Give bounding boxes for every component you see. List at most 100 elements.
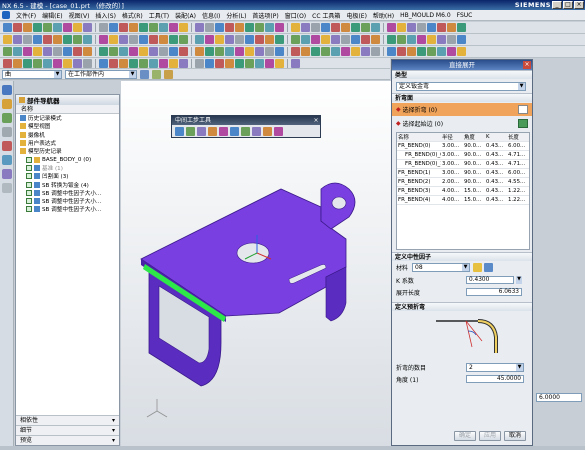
toolbar-tool-icon[interactable] xyxy=(73,23,82,32)
toolbar-tool-icon[interactable] xyxy=(397,23,406,32)
toolbar-tool-icon[interactable] xyxy=(311,47,320,56)
toolbar-tool-icon[interactable] xyxy=(387,35,396,44)
col-name[interactable]: 名称 xyxy=(397,133,441,141)
toolbar-tool-icon[interactable] xyxy=(63,35,72,44)
select-start-edge-row[interactable]: ◆ 选择起始边 (0) xyxy=(392,117,532,130)
toolbar-tool-icon[interactable] xyxy=(99,23,108,32)
dependencies-panel[interactable]: 相依性 ▾ xyxy=(16,415,119,425)
toolbar-tool-icon[interactable] xyxy=(225,58,234,68)
visibility-checkbox[interactable] xyxy=(26,206,32,213)
toolbar-tool-icon[interactable] xyxy=(13,47,22,56)
toolbar-tool-icon[interactable] xyxy=(321,35,330,44)
visibility-checkbox[interactable] xyxy=(26,173,32,180)
toolbar-tool-icon[interactable] xyxy=(33,35,42,44)
toolbar-tool-icon[interactable] xyxy=(169,35,178,44)
tree-node[interactable]: SB 调整中性因子大小... xyxy=(16,197,119,205)
toolbar-tool-icon[interactable] xyxy=(83,23,92,32)
dialog-title-bar[interactable]: 直接展开 × xyxy=(392,60,532,70)
ok-button[interactable]: 确定 xyxy=(454,431,476,441)
toolbar-tool-icon[interactable] xyxy=(169,47,178,56)
bend-table-row[interactable]: FR_BEND(0)_0 3.00... 90.0... 0.43... 4.71... xyxy=(397,151,529,160)
toolbar-tool-icon[interactable] xyxy=(301,47,310,56)
toolbar-tool-icon[interactable] xyxy=(437,23,446,32)
toolbar-tool-icon[interactable] xyxy=(73,47,82,56)
edge-select-icon[interactable] xyxy=(518,119,528,128)
reuse-library-icon[interactable] xyxy=(2,127,12,137)
toolbar-tool-icon[interactable] xyxy=(23,47,32,56)
toolbar-tool-icon[interactable] xyxy=(109,58,118,68)
type-dropdown[interactable]: 定义钣金弯 ▼ xyxy=(396,81,526,91)
toolbar-tool-icon[interactable] xyxy=(159,23,168,32)
toolbar-tool-icon[interactable] xyxy=(33,58,42,68)
navigator-column-header[interactable]: 名称 xyxy=(16,105,119,114)
menu-window[interactable]: 窗口(O) xyxy=(285,11,306,20)
toolbar-tool-icon[interactable] xyxy=(225,35,234,44)
toolbar-tool-icon[interactable] xyxy=(291,58,300,68)
col-length[interactable]: 长度 xyxy=(507,133,529,141)
toolbar-tool-icon[interactable] xyxy=(371,23,380,32)
intermediate-step-tool-icon[interactable] xyxy=(263,127,272,136)
toolbar-tool-icon[interactable] xyxy=(159,47,168,56)
toolbar-tool-icon[interactable] xyxy=(437,47,446,56)
intermediate-step-tool-icon[interactable] xyxy=(241,127,250,136)
toolbar-tool-icon[interactable] xyxy=(43,23,52,32)
toolbar-tool-icon[interactable] xyxy=(255,23,264,32)
material-library-icon[interactable] xyxy=(484,263,493,272)
toolbar-tool-icon[interactable] xyxy=(351,47,360,56)
type-filter-dropdown[interactable]: 曲 ▼ xyxy=(2,69,62,79)
toolbar-tool-icon[interactable] xyxy=(291,35,300,44)
tree-node[interactable]: 模型视图 xyxy=(16,122,119,130)
toolbar-tool-icon[interactable] xyxy=(119,47,128,56)
toolbar-tool-icon[interactable] xyxy=(195,23,204,32)
bend-select-icon[interactable] xyxy=(518,105,528,114)
toolbar-tool-icon[interactable] xyxy=(447,35,456,44)
menu-insert[interactable]: 插入(S) xyxy=(95,11,116,20)
minimize-button[interactable]: _ xyxy=(552,1,562,9)
select-bend-row[interactable]: ◆ 选择折弯 (0) xyxy=(392,103,532,116)
toolbar-tool-icon[interactable] xyxy=(457,47,466,56)
toolbar-tool-icon[interactable] xyxy=(341,35,350,44)
toolbar-tool-icon[interactable] xyxy=(53,23,62,32)
menu-assembly[interactable]: 装配(A) xyxy=(175,11,196,20)
constraint-navigator-icon[interactable] xyxy=(2,113,12,123)
toolbar-tool-icon[interactable] xyxy=(83,58,92,68)
cancel-button[interactable]: 取消 xyxy=(504,431,526,441)
toolbar-tool-icon[interactable] xyxy=(63,23,72,32)
toolbar-tool-icon[interactable] xyxy=(245,47,254,56)
toolbar-tool-icon[interactable] xyxy=(23,23,32,32)
toolbar-tool-icon[interactable] xyxy=(275,23,284,32)
toolbar-tool-icon[interactable] xyxy=(129,47,138,56)
toolbar-tool-icon[interactable] xyxy=(99,47,108,56)
tree-node[interactable]: SB 转换为钣金 (4) xyxy=(16,180,119,189)
toolbar-tool-icon[interactable] xyxy=(225,47,234,56)
toolbar-tool-icon[interactable] xyxy=(73,35,82,44)
toolbar-tool-icon[interactable] xyxy=(43,35,52,44)
intermediate-step-tool-icon[interactable] xyxy=(252,127,261,136)
close-icon[interactable]: × xyxy=(523,61,531,69)
toolbar-tool-icon[interactable] xyxy=(99,35,108,44)
toolbar-tool-icon[interactable] xyxy=(205,35,214,44)
preset-bend-section-header[interactable]: 定义预折弯 xyxy=(392,302,532,311)
toolbar-tool-icon[interactable] xyxy=(139,47,148,56)
toolbar-tool-icon[interactable] xyxy=(457,23,466,32)
toolbar-tool-icon[interactable] xyxy=(119,58,128,68)
toolbar-tool-icon[interactable] xyxy=(407,47,416,56)
material-dropdown[interactable]: 08 ▼ xyxy=(412,263,470,272)
toolbar-tool-icon[interactable] xyxy=(33,47,42,56)
toolbar-tool-icon[interactable] xyxy=(53,35,62,44)
toolbar-tool-icon[interactable] xyxy=(3,23,12,32)
unfold-length-field[interactable]: 6.0633 xyxy=(466,288,522,296)
toolbar-tool-icon[interactable] xyxy=(341,23,350,32)
toolbar-tool-icon[interactable] xyxy=(447,47,456,56)
toolbar-tool-icon[interactable] xyxy=(447,23,456,32)
bend-table-row[interactable]: FR_BEND(1) 3.00... 90.0... 0.43... 6.00... xyxy=(397,169,529,178)
toolbar-tool-icon[interactable] xyxy=(427,47,436,56)
menu-help[interactable]: 帮助(H) xyxy=(373,11,394,20)
toolbar-tool-icon[interactable] xyxy=(321,23,330,32)
toolbar-tool-icon[interactable] xyxy=(3,35,12,44)
toolbar-tool-icon[interactable] xyxy=(149,47,158,56)
toolbar-tool-icon[interactable] xyxy=(3,58,12,68)
intermediate-step-tool-icon[interactable] xyxy=(175,127,184,136)
intermediate-step-tool-icon[interactable] xyxy=(197,127,206,136)
toolbar-tool-icon[interactable] xyxy=(291,23,300,32)
